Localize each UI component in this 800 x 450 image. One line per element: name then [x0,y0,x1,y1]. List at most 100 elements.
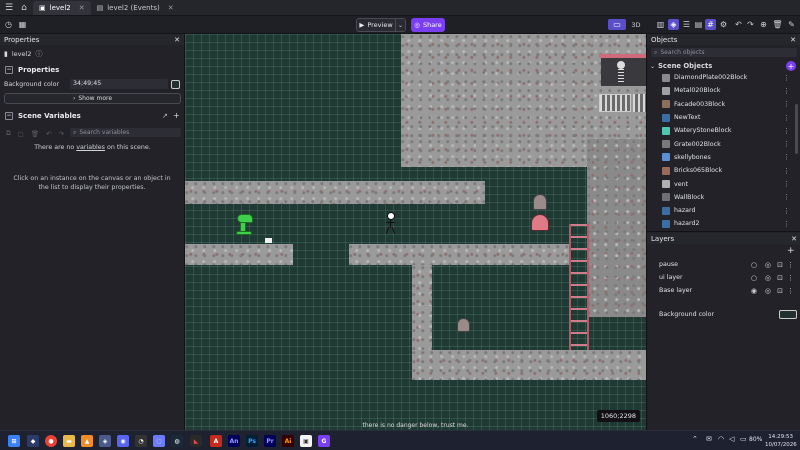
app-icon[interactable]: ◌ [153,435,165,447]
tab-level2-events[interactable]: ▤ level2 (Events) ✕ [91,1,180,15]
hazard-ghost-red[interactable] [531,214,549,231]
grid-icon[interactable]: # [705,19,716,30]
layers-toggle-icon[interactable]: ▥ [655,19,666,30]
add-object-icon[interactable]: + [786,61,796,71]
skellybones-frame[interactable] [601,58,646,86]
settings-icon[interactable]: ⚙ [718,19,729,30]
instances-icon[interactable]: ☰ [681,19,692,30]
ladder[interactable] [569,224,589,350]
stone-platform-middle[interactable] [349,244,569,265]
object-list-item[interactable]: Metal020Block ⋮ [647,84,799,97]
more-options-icon[interactable]: ⋮ [787,274,794,282]
zoom-icon[interactable]: ⊕ [758,19,769,30]
more-options-icon[interactable]: ⋮ [783,193,790,201]
delete-icon[interactable]: 🗑 [772,19,783,30]
object-list-item[interactable]: WallBlock ⋮ [647,191,799,204]
premiere-icon[interactable]: Pr [264,435,276,447]
grate-block[interactable] [599,94,631,112]
chrome-icon[interactable]: ● [45,435,57,447]
stone-wall-right[interactable] [587,139,646,317]
history-icon[interactable]: ◷ [3,19,14,30]
hazard-ghost-grey[interactable] [457,318,470,332]
more-options-icon[interactable]: ⋮ [783,87,790,95]
discord-icon[interactable]: ◉ [117,435,129,447]
stone-ledge[interactable] [401,139,599,167]
battery-icon[interactable]: ▭ [740,435,747,443]
more-options-icon[interactable]: ⋮ [783,220,790,228]
object-list-item[interactable]: Facade003Block ⋮ [647,98,799,111]
object-list-item[interactable]: Grate002Block ⋮ [647,137,799,150]
stone-wall-top[interactable] [401,34,646,139]
more-options-icon[interactable]: ⋮ [783,153,790,161]
stone-floor-lower[interactable] [412,350,646,380]
object-list-item[interactable]: skellybones ⋮ [647,151,799,164]
project-icon[interactable]: ▦ [17,19,28,30]
small-block[interactable] [265,238,272,243]
scene-canvas[interactable]: 1060;2298 there is no danger below, trus… [185,34,646,430]
app-icon[interactable]: ◆ [27,435,39,447]
help-icon[interactable]: ⓘ [35,49,42,59]
delete-icon[interactable]: 🗑 [31,130,39,138]
acrobat-icon[interactable]: A [210,435,222,447]
visibility-eye-icon[interactable]: ◎ [765,274,771,282]
properties-section-header[interactable]: − Properties [5,66,59,74]
open-external-icon[interactable]: ↗ [162,112,168,120]
layer-background-row[interactable]: Background color [647,308,800,321]
object-list-item[interactable]: vent ⋮ [647,177,799,190]
more-options-icon[interactable]: ⋮ [783,127,790,135]
app-icon[interactable]: ◔ [135,435,147,447]
layer-row[interactable]: Base layer ◉ ◎ ⊡ ⋮ [647,284,800,297]
steam-icon[interactable]: ◍ [171,435,183,447]
undo-icon[interactable]: ↶ [733,19,744,30]
undo-icon[interactable]: ↶ [46,130,51,138]
preview-options-button[interactable]: ⌄ [396,18,406,32]
edit-icon[interactable]: ✎ [786,19,797,30]
chat-icon[interactable]: ✉ [706,435,712,443]
more-options-icon[interactable]: ⋮ [783,207,790,215]
color-swatch[interactable] [171,80,180,89]
gdevelop-icon[interactable]: G [318,435,330,447]
visibility-eye-icon[interactable]: ◎ [765,261,771,269]
3d-view-button[interactable]: 3D [629,19,643,30]
illustrator-icon[interactable]: Ai [282,435,294,447]
hazard-ghost-grey[interactable] [533,194,547,210]
search-variables-input[interactable]: ⌕ Search variables [70,128,181,137]
paste-icon[interactable]: ▢ [18,130,24,138]
close-panel-icon[interactable]: ✕ [791,235,797,243]
show-more-button[interactable]: › Show more [4,93,181,104]
file-explorer-icon[interactable]: ▬ [63,435,75,447]
clock[interactable]: 14:29:53 10/07/2026 [765,433,797,449]
object-list-item[interactable]: hazard ⋮ [647,204,799,217]
variables-link[interactable]: variables [76,144,105,151]
app-icon[interactable]: ◣ [190,435,202,447]
object-list-item[interactable]: Bricks065Block ⋮ [647,164,799,177]
stone-platform-left[interactable] [185,244,293,265]
more-options-icon[interactable]: ⋮ [783,167,790,175]
volume-icon[interactable]: ◁ [729,435,734,443]
close-tab-icon[interactable]: ✕ [168,4,174,12]
object-list-item[interactable]: hazard2 ⋮ [647,217,799,230]
stone-platform-upper[interactable] [185,181,485,204]
green-monster-sprite[interactable] [233,212,255,236]
wifi-icon[interactable]: ◠ [718,435,724,443]
add-variable-icon[interactable]: + [173,111,180,120]
tab-level2[interactable]: ▣ level2 ✕ [33,1,91,15]
more-options-icon[interactable]: ⋮ [783,114,790,122]
visibility-eye-icon[interactable]: ◎ [765,287,771,295]
more-options-icon[interactable]: ⋮ [787,261,794,269]
preview-button[interactable]: ▶ Preview [356,18,396,32]
properties-icon[interactable]: ▤ [693,19,704,30]
2d-view-icon[interactable]: ▭ [608,19,626,30]
more-options-icon[interactable]: ⋮ [783,74,790,82]
start-icon[interactable]: ⊞ [8,435,20,447]
object-list-item[interactable]: WateryStoneBlock ⋮ [647,124,799,137]
close-panel-icon[interactable]: ✕ [790,36,796,44]
layer-row[interactable]: ui layer ○ ◎ ⊡ ⋮ [647,271,800,284]
copy-icon[interactable]: ⧉ [6,129,11,138]
object-list-item[interactable]: DiamondPlate002Block ⋮ [647,71,799,84]
objects-toggle-icon[interactable]: ◈ [668,19,679,30]
redo-icon[interactable]: ↷ [59,130,64,138]
more-options-icon[interactable]: ⋮ [783,100,790,108]
more-options-icon[interactable]: ⋮ [787,287,794,295]
lock-icon[interactable]: ⊡ [777,274,783,282]
